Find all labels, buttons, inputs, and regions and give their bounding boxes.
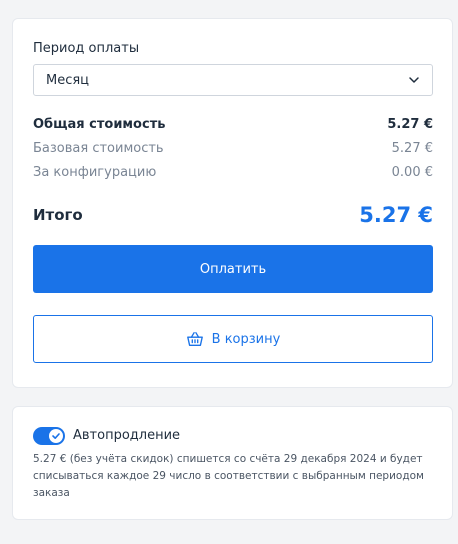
pay-button[interactable]: Оплатить <box>33 245 433 293</box>
chevron-down-icon <box>409 77 419 83</box>
period-select[interactable]: Месяц <box>33 64 433 96</box>
check-icon <box>52 433 60 439</box>
base-cost-value: 5.27 € <box>391 141 433 156</box>
config-cost-label: За конфигурацию <box>33 165 157 180</box>
total-cost-value: 5.27 € <box>387 117 433 132</box>
autorenew-toggle[interactable] <box>33 427 65 445</box>
period-select-value: Месяц <box>46 72 90 88</box>
autorenew-card: Автопродление 5.27 € (без учёта скидок) … <box>12 406 453 520</box>
basket-icon <box>186 332 203 346</box>
config-cost-value: 0.00 € <box>391 165 433 180</box>
grand-total-label: Итого <box>33 206 83 224</box>
autorenew-label: Автопродление <box>73 428 181 443</box>
base-cost-row: Базовая стоимость 5.27 € <box>33 141 433 156</box>
grand-total-row: Итого 5.27 € <box>33 203 433 227</box>
total-cost-row: Общая стоимость 5.27 € <box>33 117 433 132</box>
add-to-cart-button[interactable]: В корзину <box>33 315 433 363</box>
payment-card: Период оплаты Месяц Общая стоимость 5.27… <box>12 18 453 388</box>
period-label: Период оплаты <box>33 41 140 56</box>
add-to-cart-label: В корзину <box>211 331 281 347</box>
toggle-knob <box>49 429 63 443</box>
config-cost-row: За конфигурацию 0.00 € <box>33 165 433 180</box>
autorenew-description: 5.27 € (без учёта скидок) спишется со сч… <box>33 453 424 499</box>
base-cost-label: Базовая стоимость <box>33 141 164 156</box>
total-cost-label: Общая стоимость <box>33 117 166 132</box>
grand-total-value: 5.27 € <box>359 203 433 227</box>
